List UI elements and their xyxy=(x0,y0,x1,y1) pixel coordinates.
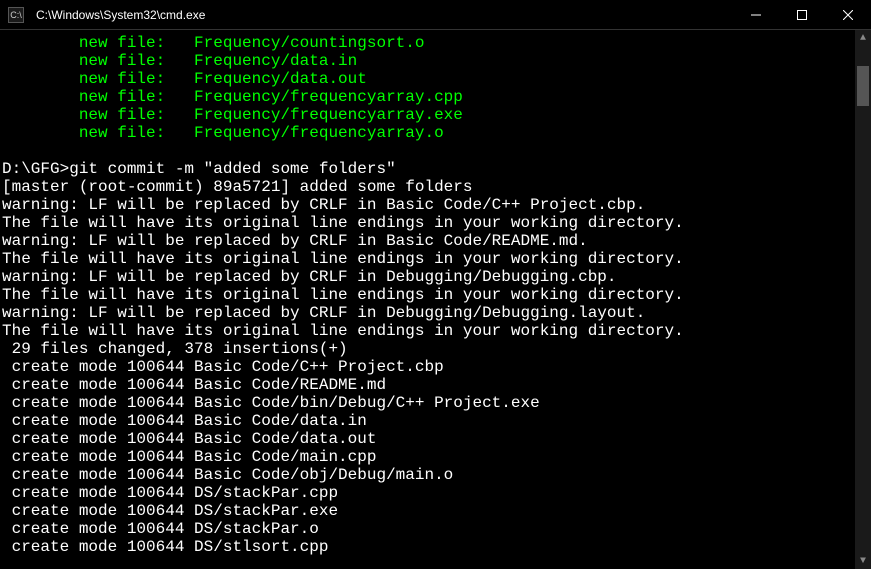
staged-file-line: new file: Frequency/data.out xyxy=(2,70,367,88)
scrollbar-thumb[interactable] xyxy=(857,66,869,106)
output-line: warning: LF will be replaced by CRLF in … xyxy=(2,232,588,250)
scroll-down-icon[interactable]: ▼ xyxy=(855,553,871,569)
staged-file-line: new file: Frequency/countingsort.o xyxy=(2,34,424,52)
output-line: create mode 100644 DS/stlsort.cpp xyxy=(2,538,328,556)
output-line: The file will have its original line end… xyxy=(2,250,684,268)
minimize-button[interactable] xyxy=(733,0,779,30)
output-line: The file will have its original line end… xyxy=(2,286,684,304)
output-line: [master (root-commit) 89a5721] added som… xyxy=(2,178,472,196)
scrollbar-track[interactable] xyxy=(855,46,871,553)
staged-file-line: new file: Frequency/frequencyarray.cpp xyxy=(2,88,463,106)
output-line: create mode 100644 Basic Code/data.in xyxy=(2,412,367,430)
output-line: warning: LF will be replaced by CRLF in … xyxy=(2,196,645,214)
output-line: create mode 100644 Basic Code/obj/Debug/… xyxy=(2,466,453,484)
output-line: create mode 100644 Basic Code/bin/Debug/… xyxy=(2,394,540,412)
output-line: create mode 100644 DS/stackPar.o xyxy=(2,520,319,538)
output-line: create mode 100644 DS/stackPar.exe xyxy=(2,502,338,520)
cmd-icon: C:\ xyxy=(8,7,24,23)
output-line: warning: LF will be replaced by CRLF in … xyxy=(2,304,645,322)
output-line: create mode 100644 Basic Code/README.md xyxy=(2,376,386,394)
window-title: C:\Windows\System32\cmd.exe xyxy=(32,8,733,22)
titlebar[interactable]: C:\ C:\Windows\System32\cmd.exe xyxy=(0,0,871,30)
staged-file-line: new file: Frequency/frequencyarray.exe xyxy=(2,106,463,124)
output-line: The file will have its original line end… xyxy=(2,214,684,232)
prompt-line: D:\GFG>git commit -m "added some folders… xyxy=(2,160,396,178)
maximize-button[interactable] xyxy=(779,0,825,30)
output-line: warning: LF will be replaced by CRLF in … xyxy=(2,268,617,286)
output-line: 29 files changed, 378 insertions(+) xyxy=(2,340,348,358)
output-line: create mode 100644 Basic Code/C++ Projec… xyxy=(2,358,444,376)
terminal-output[interactable]: new file: Frequency/countingsort.o new f… xyxy=(0,30,855,569)
scrollbar[interactable]: ▲ ▼ xyxy=(855,30,871,569)
staged-file-line: new file: Frequency/frequencyarray.o xyxy=(2,124,444,142)
staged-file-line: new file: Frequency/data.in xyxy=(2,52,357,70)
scroll-up-icon[interactable]: ▲ xyxy=(855,30,871,46)
output-line: The file will have its original line end… xyxy=(2,322,684,340)
output-line: create mode 100644 DS/stackPar.cpp xyxy=(2,484,338,502)
output-line: create mode 100644 Basic Code/data.out xyxy=(2,430,376,448)
output-line: create mode 100644 Basic Code/main.cpp xyxy=(2,448,376,466)
close-button[interactable] xyxy=(825,0,871,30)
